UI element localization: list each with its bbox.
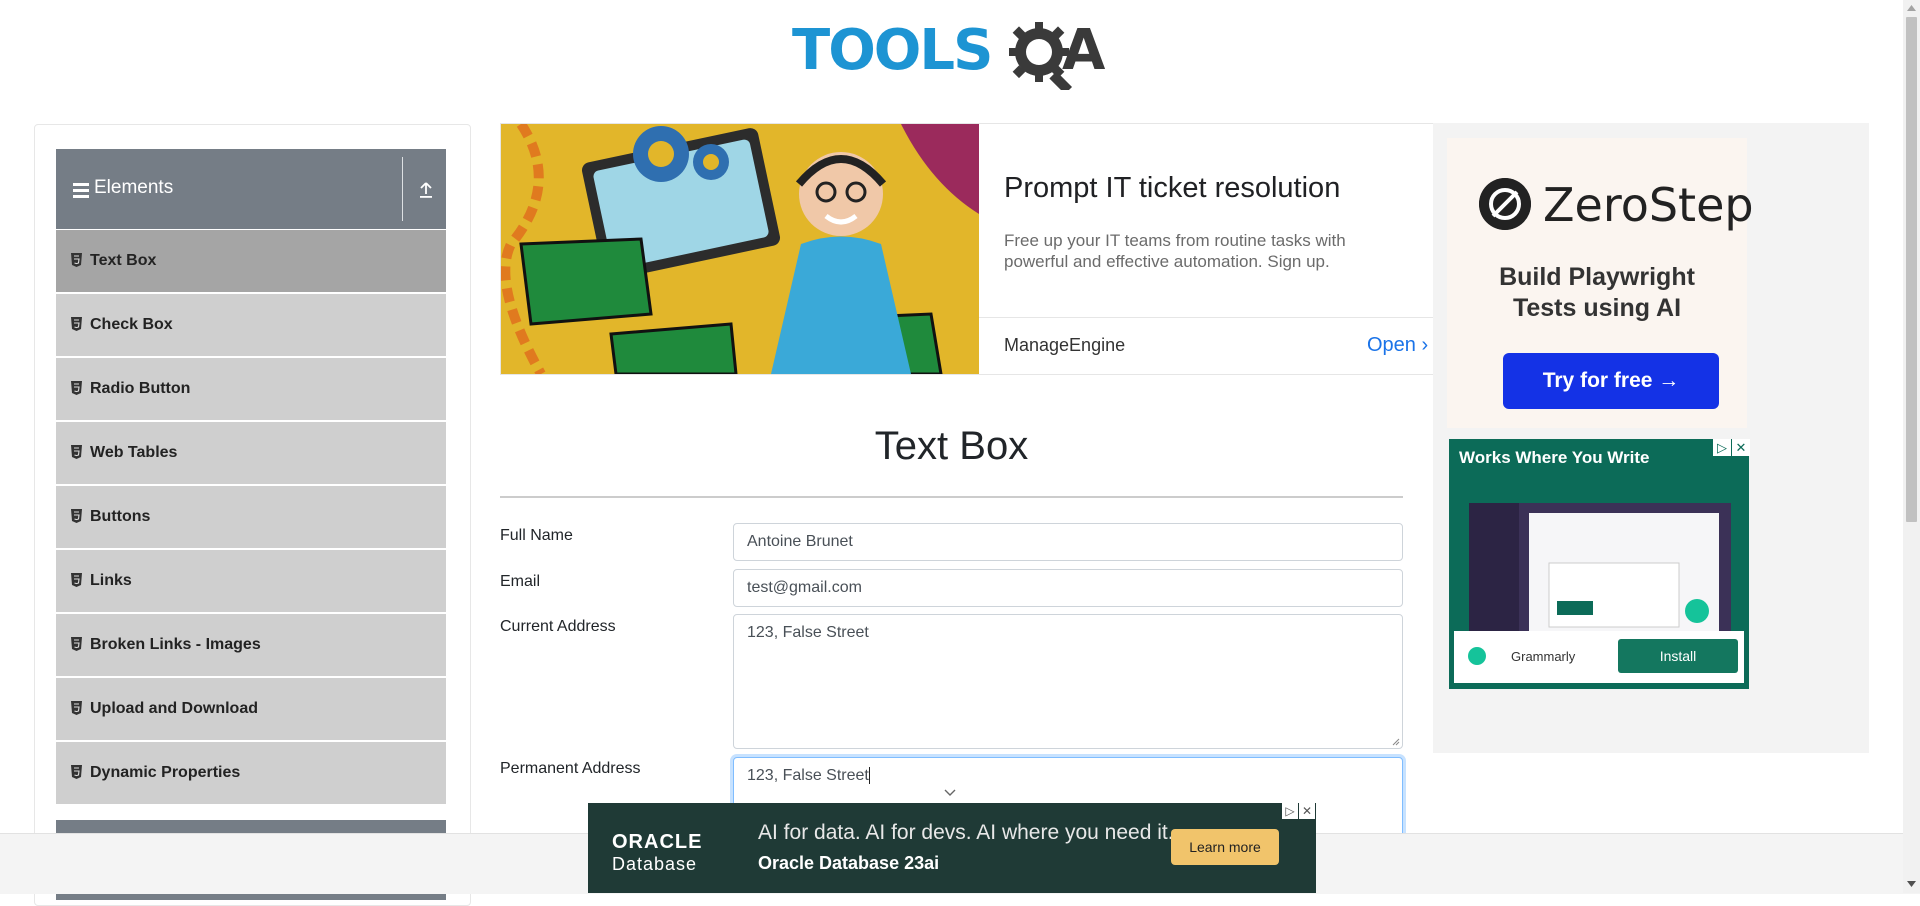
sidebar-item-label: Radio Button [90, 380, 191, 397]
resize-handle-icon[interactable] [1392, 738, 1400, 746]
email-label: Email [500, 573, 541, 590]
collapse-up-icon[interactable] [418, 181, 434, 199]
sidebar-item-broken-links[interactable]: Broken Links - Images [56, 614, 446, 676]
email-value: test@gmail.com [747, 579, 862, 596]
ad-open-link[interactable]: Open › [1367, 334, 1428, 357]
close-icon[interactable]: ✕ [1732, 439, 1750, 456]
sidebar-item-web-tables[interactable]: Web Tables [56, 422, 446, 484]
sidebar-item-links[interactable]: Links [56, 550, 446, 612]
zerostep-ad[interactable]: ZeroStep Build Playwright Tests using AI… [1447, 138, 1754, 428]
grammarly-ad[interactable]: Works Where You Write ▷ ✕ Grammarly Inst… [1449, 439, 1750, 689]
current-address-label: Current Address [500, 618, 616, 635]
sidebar-item-text-box[interactable]: Text Box [56, 230, 446, 292]
scrollbar-thumb[interactable] [1906, 17, 1917, 522]
ad-choices-icon[interactable]: ▷ [1282, 803, 1298, 819]
oracle-logo-line1: ORACLE [612, 831, 703, 853]
group-title: Elements [94, 177, 174, 198]
header-divider [402, 157, 403, 221]
oracle-logo-line2: Database [612, 854, 698, 874]
helpdesk-illustration [501, 124, 979, 374]
ad-divider [979, 317, 1436, 318]
html5-icon [71, 765, 82, 779]
chevron-right-icon: › [1421, 334, 1429, 356]
toolsqa-logo[interactable]: TOOLS A [792, 14, 1116, 90]
sidebar-item-upload-download[interactable]: Upload and Download [56, 678, 446, 740]
sidebar-item-label: Broken Links - Images [90, 636, 261, 653]
install-button[interactable]: Install [1618, 639, 1738, 673]
sidebar-item-radio-button[interactable]: Radio Button [56, 358, 446, 420]
grammarly-logo-icon [1468, 647, 1486, 665]
html5-icon [71, 637, 82, 651]
grammarly-brand: Grammarly [1511, 649, 1576, 664]
permanent-address-label: Permanent Address [500, 760, 641, 777]
ad-open-label: Open [1367, 334, 1416, 356]
scroll-down-arrow-icon[interactable] [1907, 880, 1916, 888]
side-ad[interactable]: ZeroStep Build Playwright Tests using AI… [1433, 123, 1869, 753]
learn-more-button[interactable]: Learn more [1171, 829, 1279, 865]
html5-icon [71, 509, 82, 523]
text-cursor [868, 767, 870, 785]
try-for-free-button[interactable]: Try for free → [1503, 353, 1719, 409]
oracle-ad[interactable]: ORACLE Database AI for data. AI for devs… [588, 803, 1316, 893]
sidebar-item-label: Text Box [90, 252, 157, 269]
app-screenshot-image [1469, 503, 1731, 631]
oracle-logo: ORACLE Database [612, 831, 702, 875]
ad-illustration [501, 124, 979, 374]
title-divider [500, 496, 1403, 498]
elements-group-header[interactable]: Elements [56, 149, 446, 229]
oracle-headline: AI for data. AI for devs. AI where you n… [758, 821, 1174, 844]
sidebar-item-label: Upload and Download [90, 700, 258, 717]
sidebar-item-label: Dynamic Properties [90, 764, 241, 781]
ad-title: Prompt IT ticket resolution [1004, 172, 1341, 204]
sidebar-item-label: Buttons [90, 508, 151, 525]
current-address-value: 123, False Street [747, 624, 869, 641]
sidebar-item-dynamic-properties[interactable]: Dynamic Properties [56, 742, 446, 804]
html5-icon [71, 573, 82, 587]
page-title: Text Box [874, 424, 1029, 468]
ad-description: Free up your IT teams from routine tasks… [1004, 231, 1346, 271]
grammarly-title: Works Where You Write [1459, 448, 1650, 467]
ad-choices-icon[interactable]: ▷ [1713, 439, 1731, 456]
menu-icon [73, 183, 89, 198]
page-scrollbar[interactable] [1903, 0, 1920, 893]
sidebar-item-buttons[interactable]: Buttons [56, 486, 446, 548]
sidebar-item-label: Check Box [90, 316, 173, 333]
html5-icon [71, 445, 82, 459]
email-input[interactable]: test@gmail.com [733, 569, 1403, 607]
elements-menu: Text Box Check Box Radio Button Web Tabl… [56, 230, 446, 806]
logo-accent-letter: A [1062, 18, 1106, 83]
grammarly-install-bar: Grammarly Install [1454, 631, 1744, 683]
full-name-value: Antoine Brunet [747, 533, 853, 550]
banner-ad[interactable]: Prompt IT ticket resolution Free up your… [500, 123, 1437, 375]
chevron-down-icon[interactable] [944, 789, 956, 797]
full-name-input[interactable]: Antoine Brunet [733, 523, 1403, 561]
sidebar-item-label: Links [90, 572, 132, 589]
ad-brand: ManageEngine [1004, 335, 1126, 355]
html5-icon [71, 701, 82, 715]
current-address-textarea[interactable]: 123, False Street [733, 614, 1403, 749]
full-name-label: Full Name [500, 527, 573, 544]
html5-icon [71, 317, 82, 331]
html5-icon [71, 381, 82, 395]
permanent-address-value: 123, False Street [747, 767, 869, 784]
sidebar-item-label: Web Tables [90, 444, 178, 461]
zerostep-name: ZeroStep [1543, 178, 1754, 232]
logo-text: TOOLS [792, 18, 993, 83]
zerostep-logo-icon [1479, 178, 1531, 230]
grammarly-screenshot [1469, 503, 1731, 631]
html5-icon [71, 253, 82, 267]
sidebar-item-check-box[interactable]: Check Box [56, 294, 446, 356]
oracle-product: Oracle Database 23ai [758, 853, 940, 873]
scroll-up-arrow-icon[interactable] [1907, 4, 1916, 12]
close-icon[interactable]: ✕ [1299, 803, 1315, 819]
zerostep-headline: Build Playwright Tests using AI [1499, 263, 1695, 322]
